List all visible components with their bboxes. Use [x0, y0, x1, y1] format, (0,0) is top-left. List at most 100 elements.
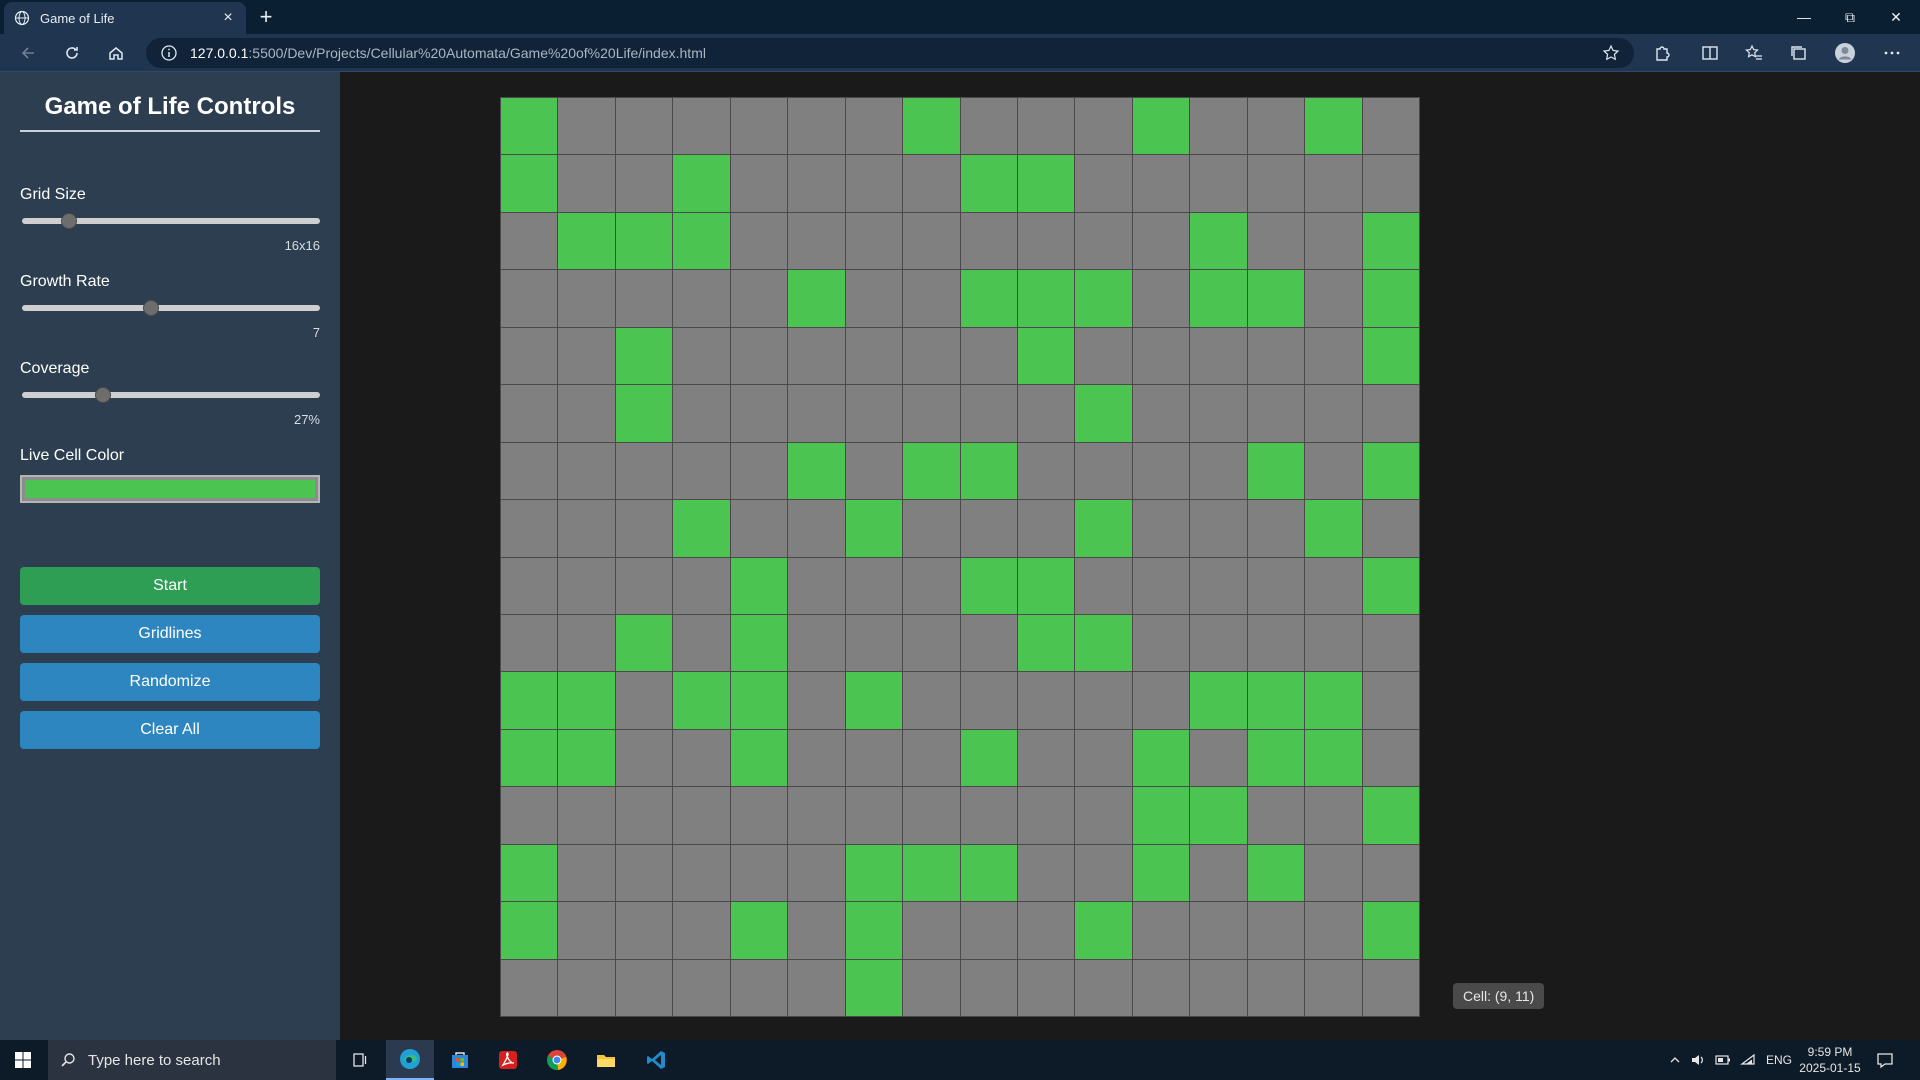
dead-cell[interactable]: [845, 442, 903, 500]
live-cell[interactable]: [673, 212, 730, 270]
live-cell[interactable]: [960, 844, 1017, 902]
refresh-icon[interactable]: [58, 41, 86, 65]
dead-cell[interactable]: [903, 959, 960, 1016]
live-cell[interactable]: [1305, 729, 1362, 787]
dead-cell[interactable]: [788, 385, 845, 442]
dead-cell[interactable]: [845, 212, 903, 270]
dead-cell[interactable]: [788, 959, 845, 1016]
more-options-icon[interactable]: [1878, 41, 1906, 65]
live-cell[interactable]: [501, 98, 558, 155]
dead-cell[interactable]: [1190, 500, 1247, 557]
dead-cell[interactable]: [1190, 729, 1247, 787]
dead-cell[interactable]: [960, 614, 1017, 672]
dead-cell[interactable]: [903, 155, 960, 212]
dead-cell[interactable]: [903, 500, 960, 557]
live-cell[interactable]: [845, 672, 903, 729]
live-cell[interactable]: [558, 672, 615, 729]
dead-cell[interactable]: [1305, 557, 1362, 614]
chrome-icon[interactable]: [533, 1040, 581, 1080]
dead-cell[interactable]: [1190, 155, 1247, 212]
dead-cell[interactable]: [501, 614, 558, 672]
dead-cell[interactable]: [1190, 385, 1247, 442]
live-cell[interactable]: [1247, 844, 1305, 902]
dead-cell[interactable]: [1075, 155, 1132, 212]
dead-cell[interactable]: [903, 787, 960, 844]
live-cell[interactable]: [845, 959, 903, 1016]
live-cell[interactable]: [1017, 155, 1075, 212]
dead-cell[interactable]: [1362, 385, 1419, 442]
dead-cell[interactable]: [1247, 98, 1305, 155]
windows-start-icon[interactable]: [0, 1040, 46, 1080]
live-cell[interactable]: [1075, 270, 1132, 327]
dead-cell[interactable]: [960, 327, 1017, 385]
dead-cell[interactable]: [1190, 844, 1247, 902]
live-cell[interactable]: [1017, 327, 1075, 385]
dead-cell[interactable]: [1362, 959, 1419, 1016]
dead-cell[interactable]: [788, 500, 845, 557]
dead-cell[interactable]: [501, 787, 558, 844]
grid-size-slider-thumb[interactable]: [61, 213, 78, 229]
dead-cell[interactable]: [501, 557, 558, 614]
dead-cell[interactable]: [1305, 959, 1362, 1016]
live-cell[interactable]: [730, 729, 788, 787]
microsoft-store-icon[interactable]: [436, 1040, 484, 1080]
live-cell[interactable]: [615, 385, 673, 442]
live-cell[interactable]: [730, 614, 788, 672]
dead-cell[interactable]: [1247, 212, 1305, 270]
profile-avatar-icon[interactable]: [1830, 41, 1860, 65]
live-cell[interactable]: [1075, 614, 1132, 672]
favorite-star-icon[interactable]: [1602, 44, 1620, 62]
live-cell[interactable]: [1132, 844, 1190, 902]
dead-cell[interactable]: [501, 959, 558, 1016]
dead-cell[interactable]: [788, 787, 845, 844]
coverage-slider-thumb[interactable]: [95, 387, 112, 403]
task-view-icon[interactable]: [336, 1040, 384, 1080]
dead-cell[interactable]: [1305, 844, 1362, 902]
dead-cell[interactable]: [845, 270, 903, 327]
dead-cell[interactable]: [1305, 442, 1362, 500]
live-cell[interactable]: [558, 729, 615, 787]
live-cell[interactable]: [1362, 902, 1419, 959]
live-cell[interactable]: [1362, 787, 1419, 844]
live-cell[interactable]: [960, 557, 1017, 614]
dead-cell[interactable]: [1305, 902, 1362, 959]
dead-cell[interactable]: [1305, 270, 1362, 327]
dead-cell[interactable]: [615, 844, 673, 902]
dead-cell[interactable]: [845, 787, 903, 844]
grid-size-slider[interactable]: [22, 213, 320, 229]
dead-cell[interactable]: [1017, 442, 1075, 500]
growth-rate-slider[interactable]: [22, 300, 320, 316]
dead-cell[interactable]: [1190, 442, 1247, 500]
dead-cell[interactable]: [903, 614, 960, 672]
dead-cell[interactable]: [1362, 614, 1419, 672]
dead-cell[interactable]: [1190, 557, 1247, 614]
live-cell[interactable]: [1247, 270, 1305, 327]
dead-cell[interactable]: [1132, 557, 1190, 614]
notifications-icon[interactable]: [1876, 1040, 1894, 1080]
close-tab-icon[interactable]: ×: [220, 10, 236, 26]
live-cell[interactable]: [501, 902, 558, 959]
live-cell[interactable]: [1362, 212, 1419, 270]
restore-icon[interactable]: ⧉: [1828, 0, 1872, 34]
dead-cell[interactable]: [558, 155, 615, 212]
dead-cell[interactable]: [558, 442, 615, 500]
system-clock[interactable]: 9:59 PM 2025-01-15: [1796, 1044, 1864, 1076]
dead-cell[interactable]: [1132, 270, 1190, 327]
battery-icon[interactable]: [1714, 1040, 1732, 1080]
live-cell[interactable]: [1190, 212, 1247, 270]
dead-cell[interactable]: [1017, 672, 1075, 729]
dead-cell[interactable]: [615, 902, 673, 959]
coverage-slider[interactable]: [22, 387, 320, 403]
dead-cell[interactable]: [501, 500, 558, 557]
dead-cell[interactable]: [788, 155, 845, 212]
live-cell[interactable]: [845, 902, 903, 959]
split-screen-icon[interactable]: [1696, 41, 1724, 65]
browser-tab[interactable]: Game of Life ×: [4, 2, 246, 34]
dead-cell[interactable]: [960, 500, 1017, 557]
life-grid[interactable]: [500, 97, 1420, 1017]
address-bar[interactable]: 127.0.0.1:5500/Dev/Projects/Cellular%20A…: [146, 38, 1634, 68]
dead-cell[interactable]: [1075, 557, 1132, 614]
edge-browser-icon[interactable]: [386, 1040, 434, 1080]
dead-cell[interactable]: [730, 98, 788, 155]
dead-cell[interactable]: [788, 844, 845, 902]
